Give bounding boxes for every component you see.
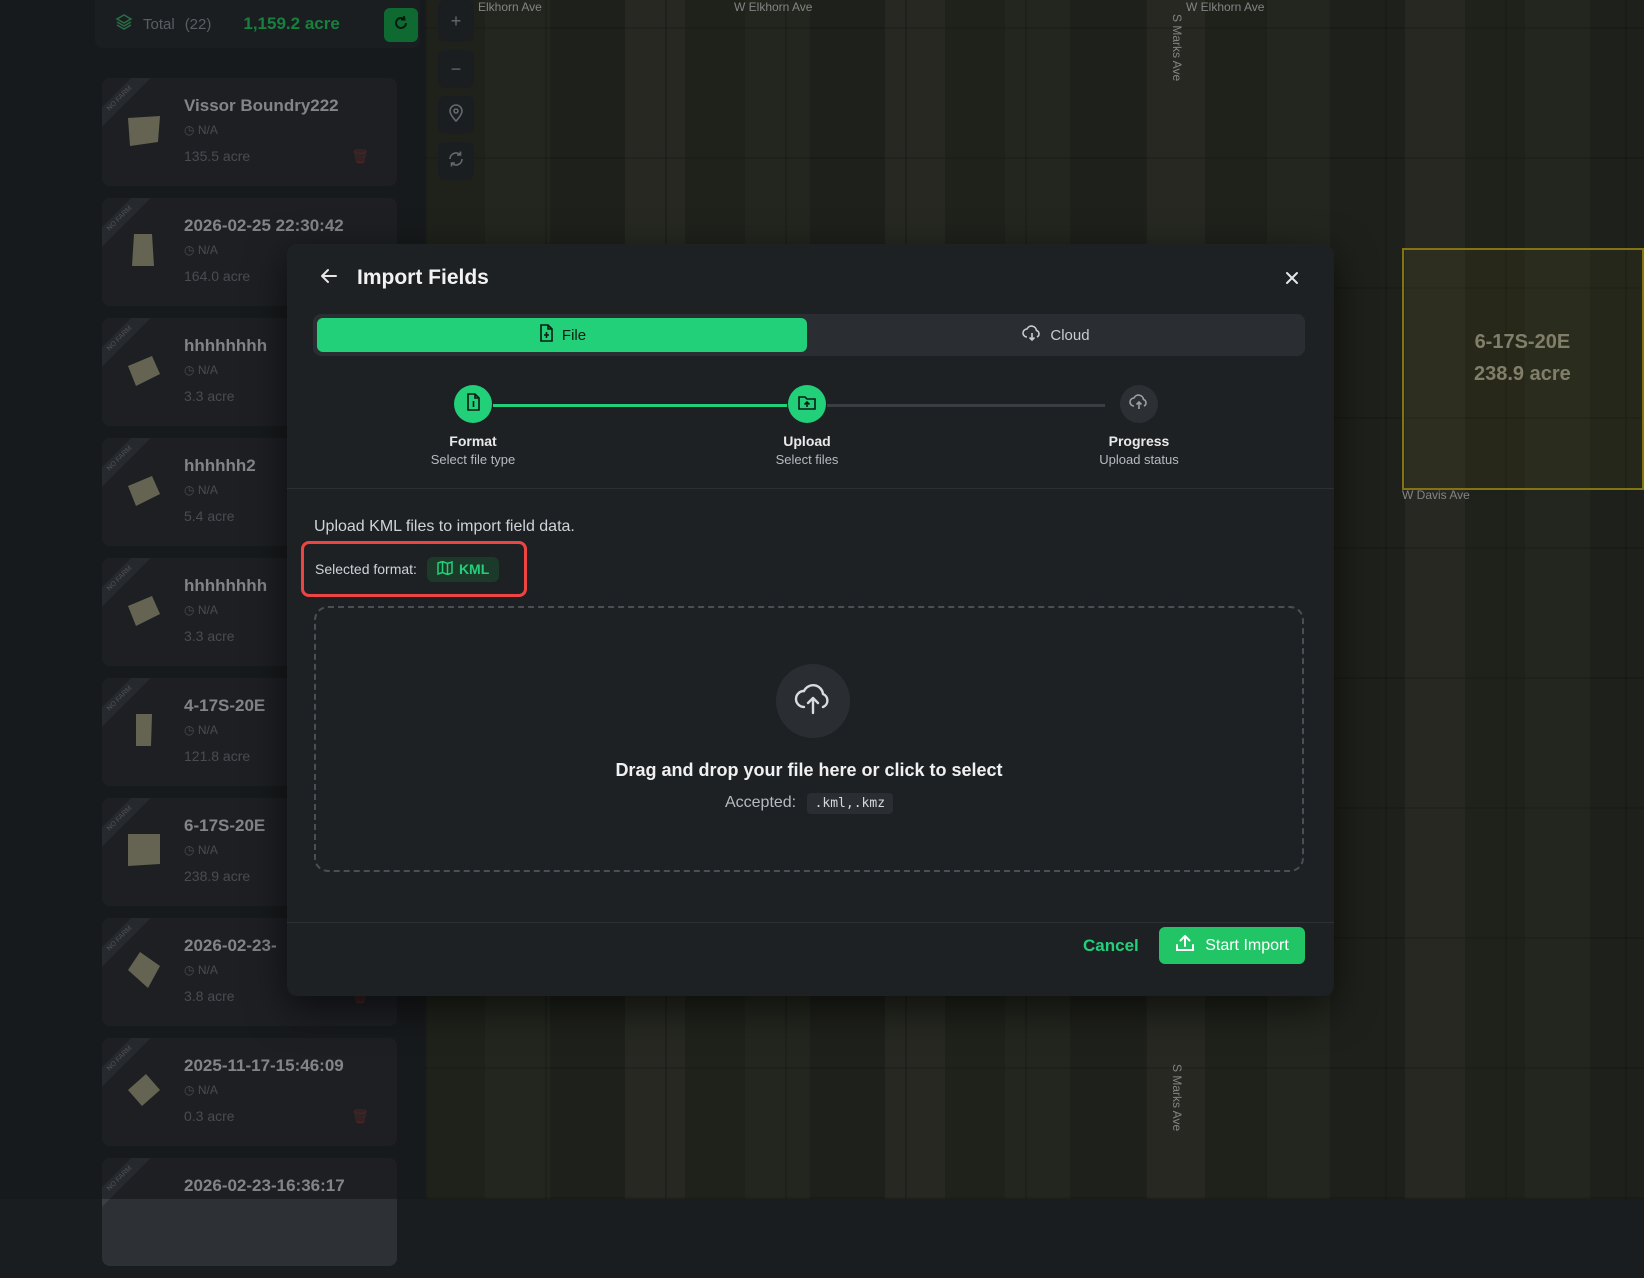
step-upload-indicator (788, 385, 826, 423)
close-icon (1285, 271, 1299, 290)
format-badge-label: KML (458, 561, 490, 577)
step-format: Format Select file type (393, 382, 553, 467)
start-import-button[interactable]: Start Import (1159, 927, 1305, 964)
import-fields-dialog: Import Fields File Cloud Format Select f… (287, 244, 1334, 996)
cloud-upload-icon (794, 683, 832, 720)
format-badge: KML (426, 556, 500, 582)
upload-circle (776, 664, 850, 738)
cloud-icon (1022, 325, 1042, 345)
step-title: Upload (783, 433, 831, 449)
tab-file-label: File (561, 326, 587, 344)
tab-cloud-label: Cloud (1050, 326, 1090, 344)
step-progress: Progress Upload status (1059, 382, 1219, 467)
close-button[interactable] (1280, 268, 1304, 292)
tab-file[interactable]: File (317, 318, 807, 352)
step-format-indicator (454, 385, 492, 423)
dialog-title: Import Fields (357, 266, 489, 289)
step-title: Format (449, 433, 497, 449)
selected-format-label: Selected format: (315, 561, 417, 577)
step-title: Progress (1108, 433, 1170, 449)
upload-icon (1175, 934, 1195, 957)
step-subtitle: Select files (775, 452, 839, 467)
cancel-button[interactable]: Cancel (1083, 936, 1139, 956)
cloud-upload-icon (1129, 393, 1149, 415)
accepted-extensions: .kml,.kmz (806, 793, 894, 814)
start-import-label: Start Import (1205, 936, 1289, 954)
accepted-label: Accepted: (724, 794, 797, 811)
dialog-header: Import Fields (317, 266, 489, 290)
upload-description: Upload KML files to import field data. (314, 518, 575, 535)
file-icon (538, 324, 554, 346)
source-tabs: File Cloud (313, 314, 1305, 356)
accepted-types: Accepted: .kml,.kmz (316, 793, 1302, 814)
arrow-left-icon (320, 268, 338, 289)
selected-format-highlight: Selected format: KML (301, 541, 527, 597)
step-subtitle: Select file type (430, 452, 516, 467)
divider (287, 922, 1334, 923)
tab-cloud[interactable]: Cloud (811, 318, 1301, 352)
import-stepper: Format Select file type Upload Select fi… (313, 382, 1305, 482)
dropzone-title: Drag and drop your file here or click to… (615, 760, 1003, 780)
step-subtitle: Upload status (1099, 452, 1179, 467)
step-progress-indicator (1120, 385, 1158, 423)
folder-upload-icon (798, 394, 816, 415)
file-dropzone[interactable]: Drag and drop your file here or click to… (314, 606, 1304, 872)
file-icon (465, 392, 481, 416)
step-upload: Upload Select files (727, 382, 887, 467)
back-button[interactable] (317, 266, 341, 290)
divider (287, 488, 1334, 489)
map-icon (437, 560, 453, 578)
